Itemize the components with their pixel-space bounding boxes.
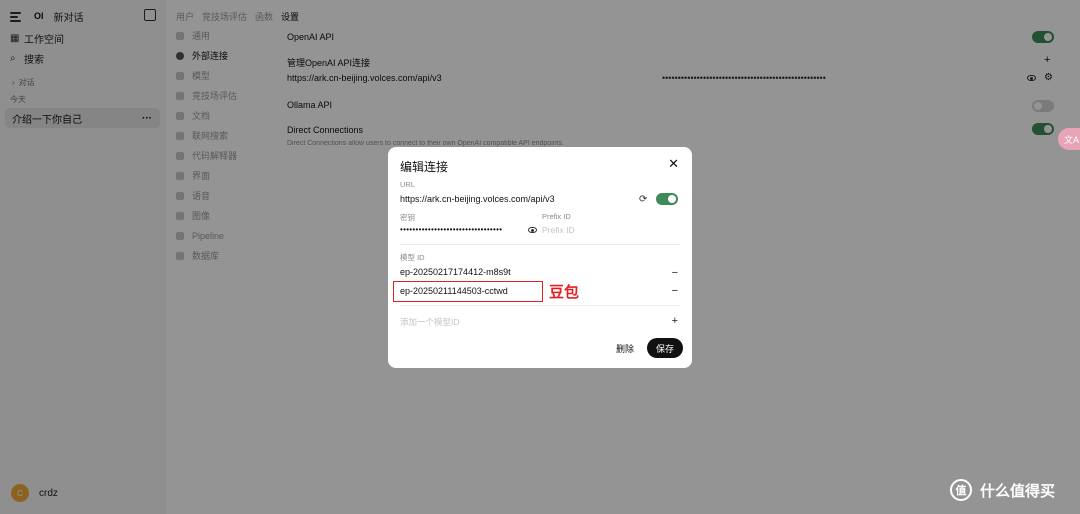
translate-icon[interactable]: 文A [1058,128,1080,150]
divider [400,244,680,245]
url-input[interactable]: https://ark.cn-beijing.volces.com/api/v3 [400,194,555,204]
close-icon[interactable]: ✕ [668,157,679,170]
watermark-text: 什么值得买 [980,482,1056,500]
save-button[interactable]: 保存 [647,338,683,358]
annotation-label: 豆包 [549,284,580,301]
edit-connection-modal: 编辑连接 ✕ URL https://ark.cn-beijing.volces… [388,147,692,368]
remove-model-icon[interactable]: − [672,286,678,297]
model-id-label: 模型 ID [400,253,425,262]
remove-model-icon[interactable]: − [672,268,678,279]
watermark: 值 什么值得买 [950,479,1055,501]
add-model-icon[interactable]: + [672,316,678,327]
delete-button[interactable]: 删除 [607,339,643,358]
url-label: URL [400,180,416,189]
modal-title: 编辑连接 [400,160,449,174]
divider [400,305,680,306]
model-id-item: ep-20250217174412-m8s9t [400,267,511,277]
connection-enabled-toggle[interactable] [656,193,678,205]
prefix-id-label: Prefix ID [542,212,571,221]
add-model-input[interactable]: 添加一个模型ID [400,316,460,328]
eye-icon[interactable] [528,227,537,233]
key-label: 密钥 [400,213,415,222]
key-input[interactable]: ••••••••••••••••••••••••••••••••• [400,225,502,234]
annotation-highlight-box [393,281,543,302]
watermark-logo: 值 [950,479,972,501]
prefix-id-input[interactable]: Prefix ID [542,225,575,235]
refresh-icon[interactable]: ⟳ [639,194,647,205]
